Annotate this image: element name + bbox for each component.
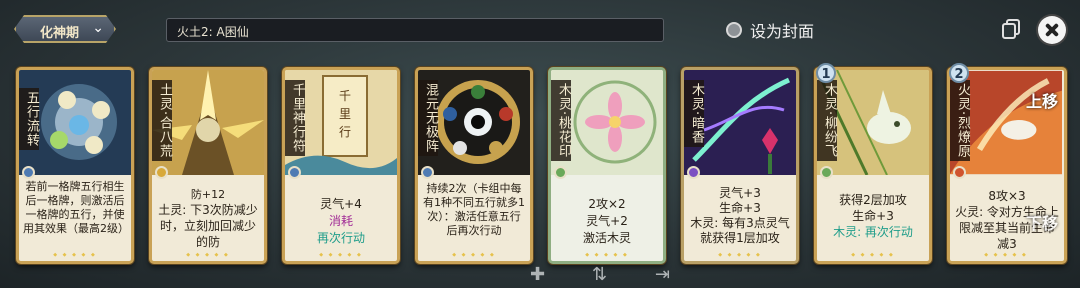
element-dot-icon <box>421 166 434 179</box>
card-description: 持续2次（卡组中每有1种不同五行就多1次）：激活任意五行后再次行动 <box>423 182 525 237</box>
copy-icon[interactable] <box>1000 18 1022 40</box>
defense-line: 防+12 <box>190 188 226 201</box>
deck-name-input[interactable]: 火土2: A困仙 <box>166 18 664 42</box>
plus-icon[interactable]: ✚ <box>530 264 545 285</box>
realm-dropdown[interactable]: 化神期 ⌄ <box>14 15 116 43</box>
card-8[interactable]: 火灵·烈燎原 8攻×3 火灵: 令对方生命上限减至其当前生命减3 ◆ ◆ ◆ ◆… <box>947 67 1067 264</box>
card-7[interactable]: 木灵·柳纷飞 获得2层加攻 生命+3 木灵: 再次行动 ◆ ◆ ◆ ◆ ◆ <box>814 67 932 264</box>
realm-label: 化神期 <box>40 26 80 41</box>
top-bar: 化神期 ⌄ 火土2: A困仙 设为封面 <box>0 0 1080 60</box>
card-name: 千里神行符 <box>285 80 305 156</box>
card-5[interactable]: 木灵·桃花印 2攻×2 灵气+2 激活木灵 ◆ ◆ ◆ ◆ ◆ <box>548 67 666 264</box>
card-name: 木灵·桃花印 <box>551 80 571 162</box>
card-name: 五行流转 <box>19 88 39 150</box>
card-name: 木灵·柳纷飞 <box>817 80 837 162</box>
wood-spirit-line: 木灵: 再次行动 <box>833 225 913 239</box>
rank-stars-icon: ◆ ◆ ◆ ◆ ◆ <box>53 252 97 258</box>
element-dot-icon <box>953 166 966 179</box>
card-level-badge: 2 <box>949 63 969 83</box>
rank-stars-icon: ◆ ◆ ◆ ◆ ◆ <box>186 252 230 258</box>
svg-text:里: 里 <box>339 107 351 121</box>
rank-stars-icon: ◆ ◆ ◆ ◆ ◆ <box>452 252 496 258</box>
earth-spirit-line: 土灵: 下3次防减少时，立刻加回减少的防 <box>158 203 258 249</box>
svg-text:千: 千 <box>339 89 351 103</box>
attack-line: 8攻×3 <box>988 189 1026 203</box>
export-icon[interactable]: ⇥ <box>655 264 670 285</box>
hp-line: 生命+3 <box>852 209 894 223</box>
set-cover-toggle[interactable]: 设为封面 <box>726 19 814 41</box>
wood-spirit-line: 木灵: 每有3点灵气就获得1层加攻 <box>690 216 790 245</box>
chevron-down-icon: ⌄ <box>92 20 104 36</box>
move-up-button[interactable]: 上移 <box>1026 88 1058 112</box>
buff-line: 获得2层加攻 <box>839 193 907 207</box>
card-name: 木灵·暗香 <box>684 80 704 148</box>
sort-icon[interactable]: ⇅ <box>592 264 607 285</box>
element-dot-icon <box>22 166 35 179</box>
svg-text:行: 行 <box>339 125 351 139</box>
card-description: 防+12 土灵: 下3次防减少时，立刻加回减少的防 <box>156 188 260 260</box>
rank-stars-icon: ◆ ◆ ◆ ◆ ◆ <box>585 252 629 258</box>
card-6[interactable]: 木灵·暗香 灵气+3 生命+3 木灵: 每有3点灵气就获得1层加攻 ◆ ◆ ◆ … <box>681 67 799 264</box>
element-dot-icon <box>554 166 567 179</box>
card-name: 混元无极阵 <box>418 80 438 156</box>
element-dot-icon <box>155 166 168 179</box>
radio-circle-icon <box>726 22 742 38</box>
qi-line: 灵气+2 <box>586 214 628 228</box>
rank-stars-icon: ◆ ◆ ◆ ◆ ◆ <box>319 252 363 258</box>
card-1[interactable]: 五行流转 若前一格牌五行相生后一格牌，则激活后一格牌的五行，并使用其效果（最高2… <box>16 67 134 264</box>
move-down-button[interactable]: 下移 <box>1026 210 1058 234</box>
card-description: 灵气+3 生命+3 木灵: 每有3点灵气就获得1层加攻 <box>688 186 792 258</box>
card-3[interactable]: 千 里 行 千里神行符 灵气+4 消耗 再次行动 ◆ ◆ ◆ ◆ ◆ <box>282 67 400 264</box>
activate-line: 激活木灵 <box>582 231 631 245</box>
qi-line: 灵气+4 <box>320 197 362 211</box>
act-again-line: 再次行动 <box>316 231 365 245</box>
rank-stars-icon: ◆ ◆ ◆ ◆ ◆ <box>984 252 1028 258</box>
card-description: 若前一格牌五行相生后一格牌，则激活后一格牌的五行，并使用其效果（最高2级） <box>23 180 127 235</box>
close-icon[interactable] <box>1038 16 1066 44</box>
card-2[interactable]: 土灵·合八荒 防+12 土灵: 下3次防减少时，立刻加回减少的防 ◆ ◆ ◆ ◆… <box>149 67 267 264</box>
element-dot-icon <box>288 166 301 179</box>
element-dot-icon <box>820 166 833 179</box>
card-level-badge: 1 <box>816 63 836 83</box>
card-name: 土灵·合八荒 <box>152 80 172 162</box>
card-name: 火灵·烈燎原 <box>950 80 970 162</box>
consume-line: 消耗 <box>328 214 353 228</box>
set-cover-label: 设为封面 <box>750 22 815 41</box>
rank-stars-icon: ◆ ◆ ◆ ◆ ◆ <box>718 252 762 258</box>
element-dot-icon <box>687 166 700 179</box>
qi-line: 灵气+3 <box>719 186 761 200</box>
attack-line: 2攻×2 <box>588 197 626 211</box>
hp-line: 生命+3 <box>719 201 761 215</box>
rank-stars-icon: ◆ ◆ ◆ ◆ ◆ <box>851 252 895 258</box>
card-4[interactable]: 混元无极阵 持续2次（卡组中每有1种不同五行就多1次）：激活任意五行后再次行动 … <box>415 67 533 264</box>
